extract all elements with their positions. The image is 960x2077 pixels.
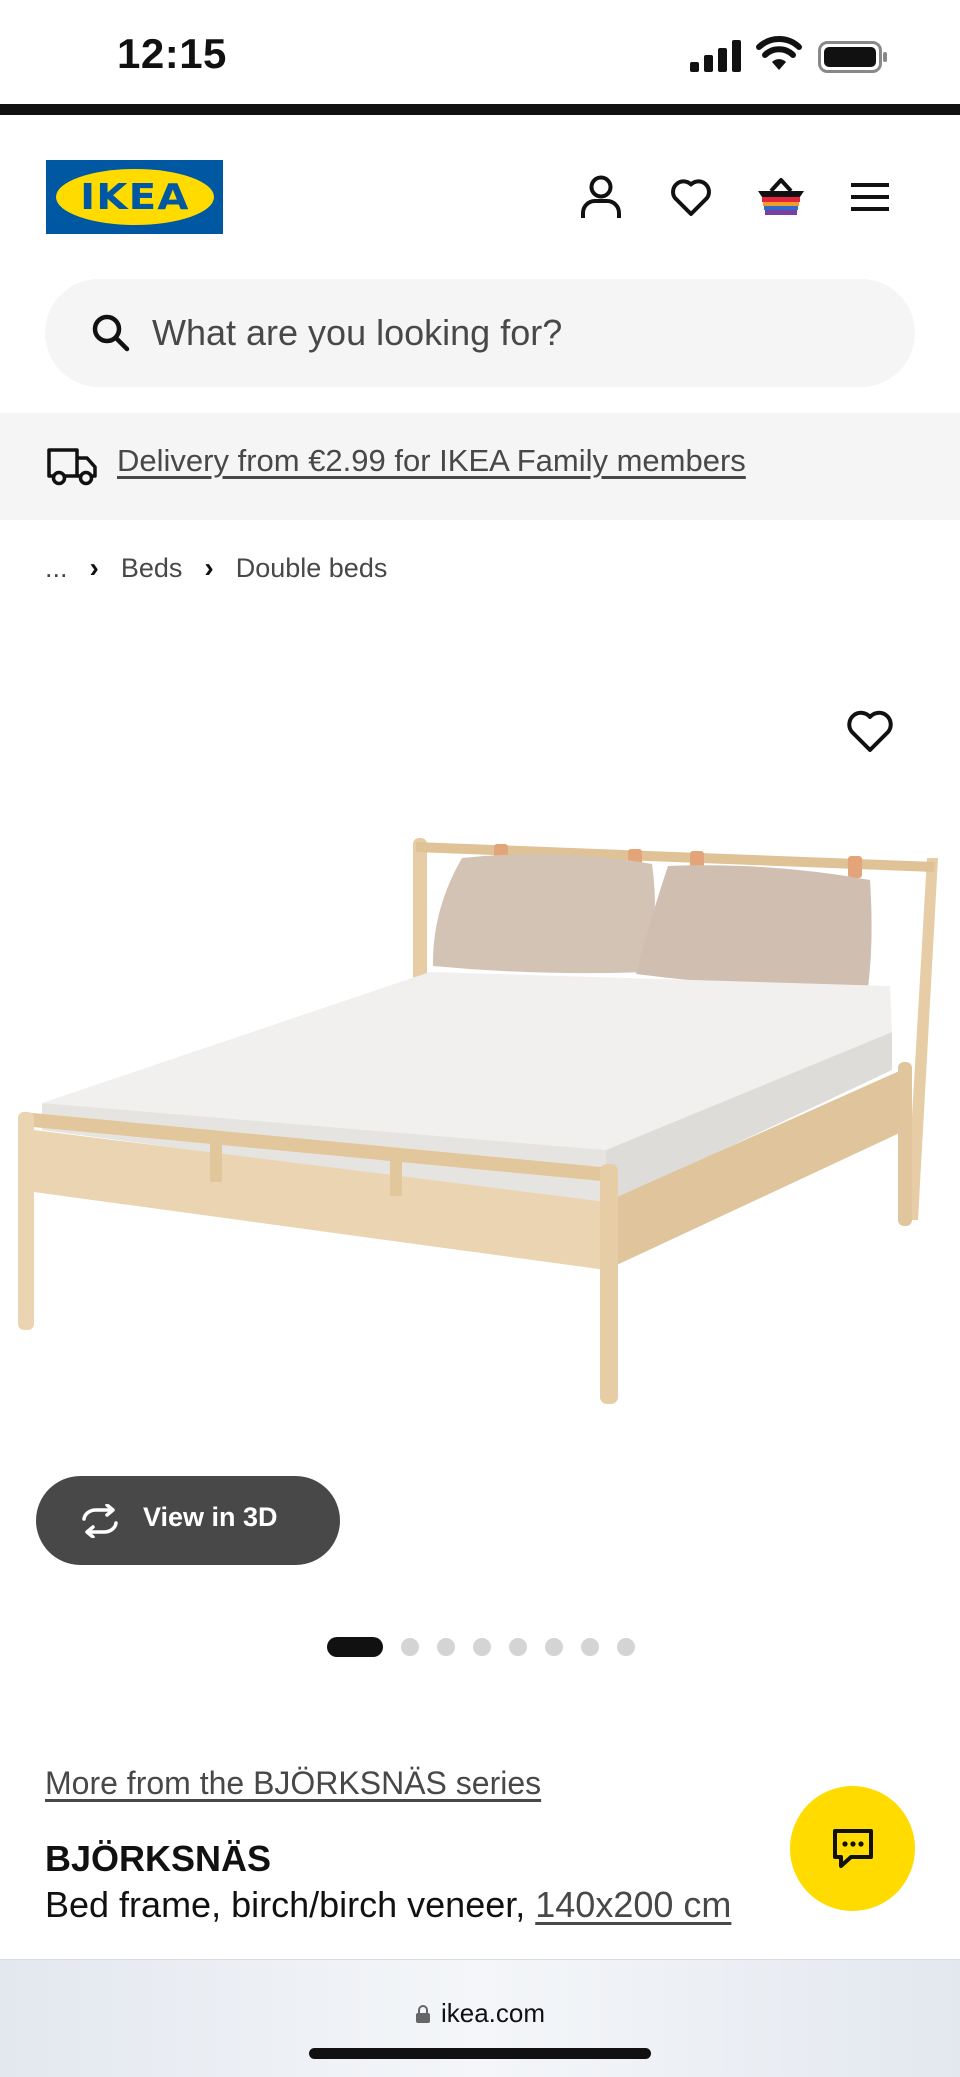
- carousel-dot[interactable]: [545, 1638, 563, 1656]
- truck-icon: [47, 448, 97, 486]
- breadcrumb-item-double-beds[interactable]: Double beds: [236, 553, 388, 584]
- carousel-dot[interactable]: [581, 1638, 599, 1656]
- pillow: [636, 865, 872, 989]
- rotate-3d-icon: [82, 1504, 118, 1538]
- carousel-dot[interactable]: [509, 1638, 527, 1656]
- search-bar[interactable]: [45, 279, 915, 387]
- logo-oval: IKEA: [55, 169, 214, 225]
- favourites-button[interactable]: [665, 171, 717, 223]
- product-name: BJÖRKSNÄS: [45, 1838, 272, 1879]
- save-to-favourites-icon[interactable]: [846, 708, 894, 754]
- url-display[interactable]: ikea.com: [0, 1998, 960, 2029]
- battery-icon: [818, 41, 887, 73]
- account-button[interactable]: [575, 171, 627, 223]
- url-text: ikea.com: [440, 1998, 546, 2028]
- product-size-link[interactable]: 140x200 cm: [535, 1884, 731, 1925]
- ikea-logo[interactable]: IKEA: [46, 160, 223, 234]
- chevron-right-icon: ›: [89, 552, 99, 583]
- menu-button[interactable]: [844, 171, 896, 223]
- breadcrumb-item-beds[interactable]: Beds: [121, 553, 183, 584]
- rail-spindle: [390, 1156, 402, 1196]
- view-in-3d-label: View in 3D: [143, 1502, 278, 1532]
- carousel-dot[interactable]: [437, 1638, 455, 1656]
- carousel-dot-active[interactable]: [327, 1637, 383, 1657]
- breadcrumb: ... › Beds › Double beds: [45, 550, 387, 586]
- top-divider: [0, 104, 960, 115]
- logo-text: IKEA: [79, 176, 190, 218]
- delivery-link[interactable]: Delivery from €2.99 for IKEA Family memb…: [117, 443, 746, 479]
- status-time: 12:15: [117, 30, 227, 77]
- pillow: [432, 854, 655, 974]
- shopping-bag-button[interactable]: [755, 171, 807, 223]
- cellular-signal-icon: [690, 40, 741, 72]
- product-description: Bed frame, birch/birch veneer, 140x200 c…: [45, 1884, 731, 1926]
- delivery-banner[interactable]: Delivery from €2.99 for IKEA Family memb…: [0, 413, 960, 520]
- search-icon: [92, 314, 130, 352]
- product-image[interactable]: [0, 800, 960, 1480]
- chat-icon: [832, 1828, 873, 1868]
- carousel-dot[interactable]: [401, 1638, 419, 1656]
- bed-leg: [600, 1164, 618, 1404]
- hamburger-menu-icon: [851, 183, 889, 211]
- home-indicator[interactable]: [309, 2048, 651, 2059]
- chevron-right-icon: ›: [204, 552, 214, 583]
- series-link[interactable]: More from the BJÖRKSNÄS series: [45, 1765, 541, 1802]
- strap: [848, 856, 862, 878]
- view-in-3d-button[interactable]: View in 3D: [36, 1476, 340, 1565]
- wifi-icon: [756, 36, 802, 70]
- lock-icon: [415, 2004, 430, 2023]
- browser-address-bar[interactable]: ikea.com: [0, 1959, 960, 2077]
- product-description-text: Bed frame, birch/birch veneer,: [45, 1884, 526, 1925]
- search-input[interactable]: [152, 279, 852, 387]
- carousel-dot[interactable]: [617, 1638, 635, 1656]
- heart-icon: [671, 179, 711, 216]
- rail-spindle: [210, 1140, 222, 1182]
- chat-button[interactable]: [790, 1786, 915, 1911]
- bed-leg: [18, 1112, 34, 1330]
- breadcrumb-ellipsis[interactable]: ...: [45, 553, 68, 584]
- status-bar: 12:15: [0, 0, 960, 104]
- carousel-dot[interactable]: [473, 1638, 491, 1656]
- shopping-bag-icon: [758, 178, 804, 215]
- account-icon: [581, 175, 621, 218]
- bed-leg: [898, 1062, 912, 1226]
- carousel-indicator: [327, 1637, 635, 1657]
